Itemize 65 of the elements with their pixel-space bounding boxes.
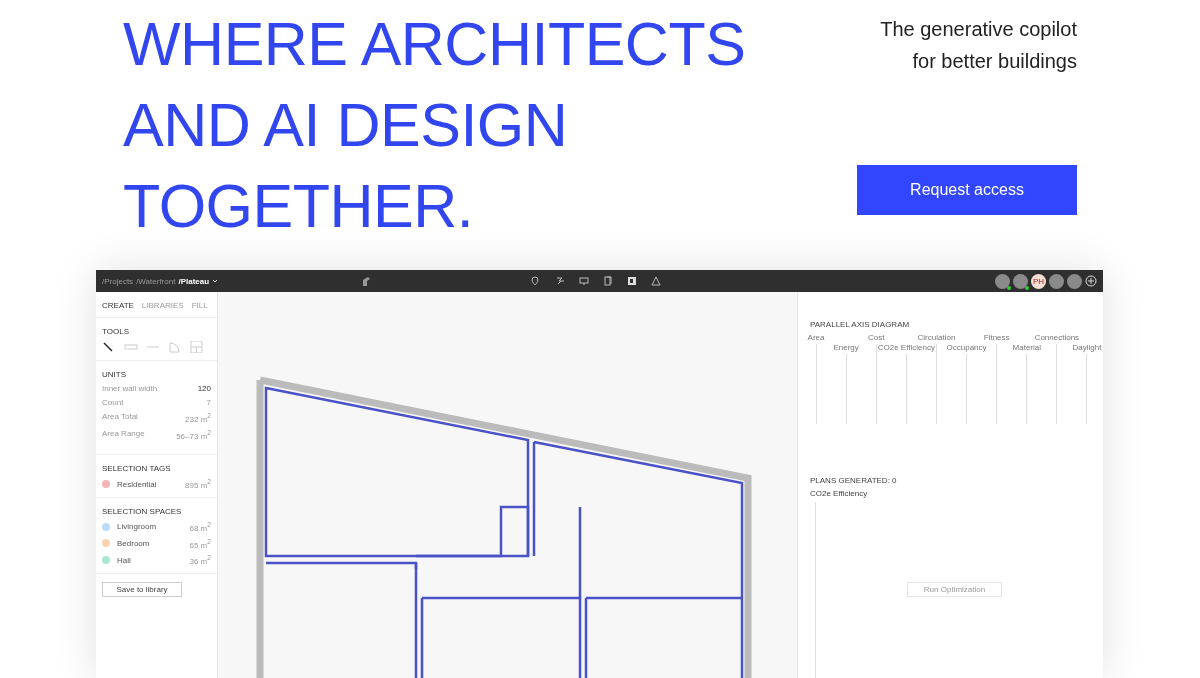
area-value: 895 m$^{2}$	[185, 478, 211, 490]
property-label: Area Range	[102, 428, 145, 440]
request-access-button[interactable]: Request access	[857, 165, 1077, 215]
area-value: 36 m$^{2}$	[189, 554, 211, 566]
monitor-icon[interactable]	[579, 276, 589, 286]
axis-label: Energy	[833, 343, 859, 352]
tagline: for better buildings	[912, 49, 1077, 74]
headline: TOGETHER.	[123, 171, 475, 242]
axis-label: Cost	[868, 333, 885, 342]
add-icon[interactable]	[1085, 275, 1097, 287]
axis-line	[1026, 354, 1028, 424]
property-value: 232 m$^{2}$	[185, 412, 211, 424]
property-label: Inner wall width	[102, 384, 158, 393]
online-dot	[1025, 285, 1029, 290]
avatar[interactable]	[1049, 273, 1064, 289]
space-label[interactable]: Hall	[117, 555, 131, 565]
headline: WHERE ARCHITECTS	[123, 9, 746, 80]
online-dot	[1007, 285, 1011, 290]
panel-tab[interactable]: CREATE	[102, 301, 134, 310]
axis-label: Circulation	[917, 333, 956, 342]
area-value: 68 m$^{2}$	[189, 520, 211, 533]
metric-label: CO2e Efficiency	[810, 489, 869, 498]
section-title: SELECTION TAGS	[102, 464, 172, 474]
axis-label: Material	[1012, 343, 1041, 352]
pages-icon[interactable]	[603, 276, 613, 286]
headline: AND AI DESIGN	[123, 90, 569, 161]
property-value: 56–73 m$^{2}$	[176, 428, 211, 441]
axis-line	[905, 354, 907, 424]
axis-label: Area	[807, 333, 825, 342]
property-label: Count	[102, 398, 124, 407]
avatar[interactable]	[1013, 273, 1028, 289]
caret-icon[interactable]	[212, 279, 219, 283]
logo-icon	[362, 275, 371, 287]
location-pin-icon[interactable]	[531, 276, 541, 286]
section-title: SELECTION SPACES	[102, 506, 183, 516]
axis-label: Daylight	[1072, 343, 1102, 352]
axis-label: Fitness	[983, 333, 1010, 342]
axis-label: Occupancy	[946, 343, 987, 352]
breadcrumb-link[interactable]: /Projects	[102, 276, 134, 286]
section-title: TOOLS	[102, 327, 130, 336]
layout-icon[interactable]	[627, 276, 637, 286]
breadcrumb-link[interactable]: /Plateau	[178, 276, 210, 286]
avatar[interactable]: PH	[1031, 273, 1046, 289]
axis-label: Connections	[1034, 333, 1080, 342]
property-value: 120	[197, 384, 211, 393]
space-label[interactable]: Livingroom	[117, 522, 157, 532]
axis-line	[1086, 354, 1088, 424]
plans-count: PLANS GENERATED: 0	[810, 476, 898, 485]
property-label: Area Total	[102, 412, 138, 423]
axis-line	[966, 354, 968, 424]
property-value: 7	[206, 398, 211, 407]
save-button[interactable]: Save to library	[102, 581, 182, 597]
axis-line	[845, 354, 847, 424]
avatar[interactable]	[995, 273, 1010, 289]
area-value: 65 m$^{2}$	[189, 537, 211, 550]
section-title: UNITS	[102, 370, 127, 379]
avatar[interactable]	[1067, 273, 1082, 289]
space-label[interactable]: Residential	[117, 479, 157, 489]
route-icon[interactable]	[555, 276, 565, 286]
tagline: The generative copilot	[880, 17, 1077, 42]
triangle-icon[interactable]	[651, 276, 661, 286]
axis-label: CO2e Efficiency	[877, 343, 935, 352]
space-label[interactable]: Bedroom	[117, 538, 150, 548]
breadcrumb-link[interactable]: /Waterfront	[136, 276, 176, 286]
diagram-title: PARALLEL AXIS DIAGRAM	[810, 320, 911, 329]
